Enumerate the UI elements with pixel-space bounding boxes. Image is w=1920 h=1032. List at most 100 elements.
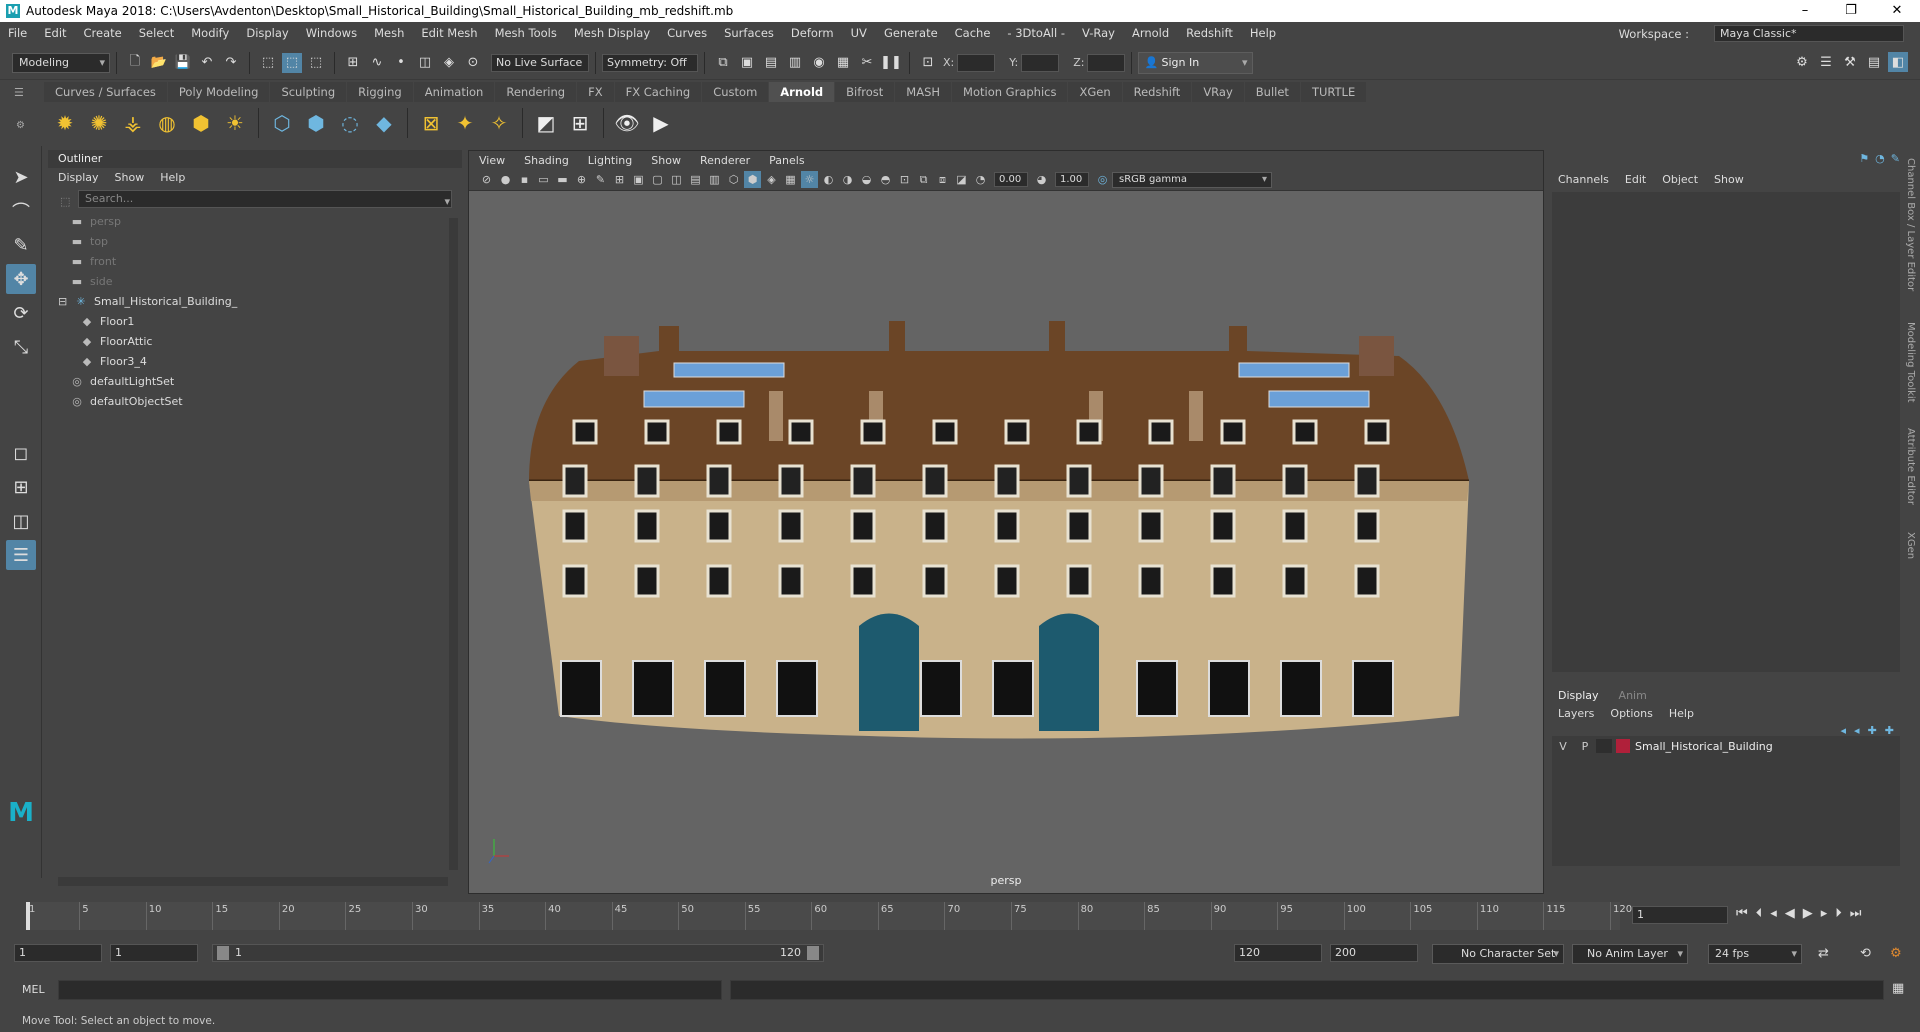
outliner-item[interactable]: ◆ Floor3_4 [48, 352, 462, 372]
shelf-tab-arnold[interactable]: Arnold [769, 82, 835, 102]
current-frame-field[interactable]: 1 [1632, 906, 1728, 924]
play-forwards-icon[interactable]: ▶ [1803, 906, 1813, 921]
outliner-menu-show[interactable]: Show [115, 171, 145, 184]
shelf-tab-mash[interactable]: MASH [895, 82, 952, 102]
select-object-icon[interactable]: ⬚ [282, 52, 302, 73]
render-frame-icon[interactable]: ▣ [737, 53, 757, 73]
edit-icon[interactable]: ✎ [1891, 152, 1900, 165]
flush-cache-icon[interactable]: ✦ [451, 109, 479, 137]
menu-help[interactable]: Help [1250, 26, 1276, 40]
standin-icon[interactable]: ⬡ [268, 109, 296, 137]
camera-attributes-icon[interactable]: ▭ [535, 171, 552, 188]
menu-surfaces[interactable]: Surfaces [724, 26, 774, 40]
viewport-menu-lighting[interactable]: Lighting [588, 154, 632, 167]
menu-create[interactable]: Create [84, 26, 122, 40]
scale-tool-icon[interactable]: ⤡ [6, 332, 36, 362]
layer-type-toggle[interactable] [1596, 739, 1612, 753]
mel-label[interactable]: MEL [22, 983, 45, 996]
safe-action-icon[interactable]: ▥ [706, 171, 723, 188]
menu-modify[interactable]: Modify [191, 26, 229, 40]
outliner-item[interactable]: ◆ Floor1 [48, 312, 462, 332]
auto-key-icon[interactable]: ⟲ [1860, 946, 1871, 961]
shelf-settings-icon[interactable]: ⚙ [16, 120, 25, 131]
anim-layer-dropdown[interactable]: No Anim Layer [1572, 944, 1688, 964]
time-slider[interactable]: 1 5 10 15 20 25 30 35 40 45 50 55 60 65 70 75 80 85 90 95 10… [0, 898, 1920, 934]
range-bar[interactable]: 1 120 [212, 944, 824, 962]
menu-deform[interactable]: Deform [791, 26, 834, 40]
side-tab-attribute-editor[interactable]: Attribute Editor [1905, 428, 1916, 505]
menu-display[interactable]: Display [246, 26, 288, 40]
redo-icon[interactable]: ↷ [221, 53, 241, 73]
snap-view-icon[interactable]: ◫ [415, 53, 435, 73]
close-button[interactable]: ✕ [1874, 0, 1920, 22]
lasso-tool-icon[interactable]: ⌒ [6, 196, 36, 226]
menu-set-dropdown[interactable]: Modeling [12, 52, 110, 73]
gamma-icon[interactable]: ◕ [1033, 171, 1050, 188]
shelf-menu-icon[interactable]: ☰ [14, 86, 24, 99]
go-to-end-icon[interactable]: ⏭ [1850, 906, 1862, 921]
menu-mesh[interactable]: Mesh [374, 26, 404, 40]
outliner-search-input[interactable]: Search... [78, 190, 452, 208]
play-backwards-icon[interactable]: ◀ [1785, 906, 1795, 921]
menu-edit-mesh[interactable]: Edit Mesh [421, 26, 477, 40]
gamma-field[interactable]: 1.00 [1055, 172, 1089, 187]
step-back-frame-icon[interactable]: ◂ [1770, 906, 1777, 921]
image-plane-icon[interactable]: ▬ [554, 171, 571, 188]
gate-mask-icon[interactable]: ◫ [668, 171, 685, 188]
grid-icon[interactable]: ⊞ [611, 171, 628, 188]
shelf-tab-turtle[interactable]: TURTLE [1300, 82, 1367, 102]
character-set-dropdown[interactable]: No Character Set [1432, 944, 1564, 964]
snap-point-icon[interactable]: • [391, 53, 411, 73]
playback-end-field[interactable]: 120 [1234, 944, 1322, 962]
attribute-toggle-icon[interactable]: ◔ [1875, 152, 1885, 165]
shadows-icon[interactable]: ◐ [820, 171, 837, 188]
paint-select-tool-icon[interactable]: ✎ [6, 230, 36, 260]
lock-camera-icon[interactable]: ● [497, 171, 514, 188]
menu-mesh-tools[interactable]: Mesh Tools [495, 26, 557, 40]
modeling-toolkit-toggle-icon[interactable]: ⚙ [1792, 52, 1812, 72]
channel-menu-edit[interactable]: Edit [1625, 173, 1646, 186]
menu-edit[interactable]: Edit [44, 26, 66, 40]
channel-menu-channels[interactable]: Channels [1558, 173, 1609, 186]
layer-menu-options[interactable]: Options [1610, 707, 1652, 720]
outliner-item[interactable]: ◎ defaultLightSet [48, 372, 462, 392]
photometric-light-icon[interactable]: ⚶ [119, 109, 147, 137]
light-portal-icon[interactable]: ⬢ [187, 109, 215, 137]
shelf-tab-fx[interactable]: FX [577, 82, 614, 102]
layer-menu-help[interactable]: Help [1669, 707, 1694, 720]
expand-toggle-icon[interactable]: ⊟ [58, 292, 72, 312]
channel-box-icon[interactable]: ⚑ [1859, 152, 1869, 165]
light-manager-icon[interactable]: ✧ [485, 109, 513, 137]
exposure-field[interactable]: 0.00 [994, 172, 1028, 187]
wireframe-icon[interactable]: ⬡ [725, 171, 742, 188]
snap-grid-icon[interactable]: ⊞ [343, 53, 363, 73]
menu-redshift[interactable]: Redshift [1186, 26, 1233, 40]
shelf-tab-sculpting[interactable]: Sculpting [270, 82, 347, 102]
menu-select[interactable]: Select [139, 26, 174, 40]
layer-color-swatch[interactable] [1616, 739, 1630, 753]
bookmarks-icon[interactable]: ▪ [516, 171, 533, 188]
go-to-start-icon[interactable]: ⏮ [1736, 906, 1748, 921]
ambient-occlusion-icon[interactable]: ◑ [839, 171, 856, 188]
snap-surface-icon[interactable]: ◈ [439, 53, 459, 73]
outliner-vscrollbar[interactable] [449, 218, 458, 870]
anti-alias-icon[interactable]: ◓ [877, 171, 894, 188]
minimize-button[interactable]: – [1782, 0, 1828, 22]
use-lights-icon[interactable]: ☼ [801, 171, 818, 188]
smooth-shade-icon[interactable]: ⬢ [744, 171, 761, 188]
shelf-tab-poly-modeling[interactable]: Poly Modeling [167, 82, 270, 102]
render-sequence-icon[interactable]: ▦ [833, 53, 853, 73]
snap-curve-icon[interactable]: ∿ [367, 53, 387, 73]
outliner-item[interactable]: ▬ front [48, 252, 462, 272]
shelf-tab-motion-graphics[interactable]: Motion Graphics [952, 82, 1068, 102]
outliner-hscrollbar[interactable] [58, 877, 448, 886]
menu-3dtoall[interactable]: - 3DtoAll - [1007, 26, 1065, 40]
select-camera-icon[interactable]: ⊘ [478, 171, 495, 188]
film-gate-icon[interactable]: ▣ [630, 171, 647, 188]
physical-sky-icon[interactable]: ☀ [221, 109, 249, 137]
xray-components-icon[interactable]: ◪ [953, 171, 970, 188]
shelf-tab-fx-caching[interactable]: FX Caching [614, 82, 702, 102]
open-scene-icon[interactable]: 📂 [149, 53, 169, 73]
single-view-layout-icon[interactable]: ◻ [6, 438, 36, 468]
render-settings-icon[interactable]: ⧉ [713, 53, 733, 73]
